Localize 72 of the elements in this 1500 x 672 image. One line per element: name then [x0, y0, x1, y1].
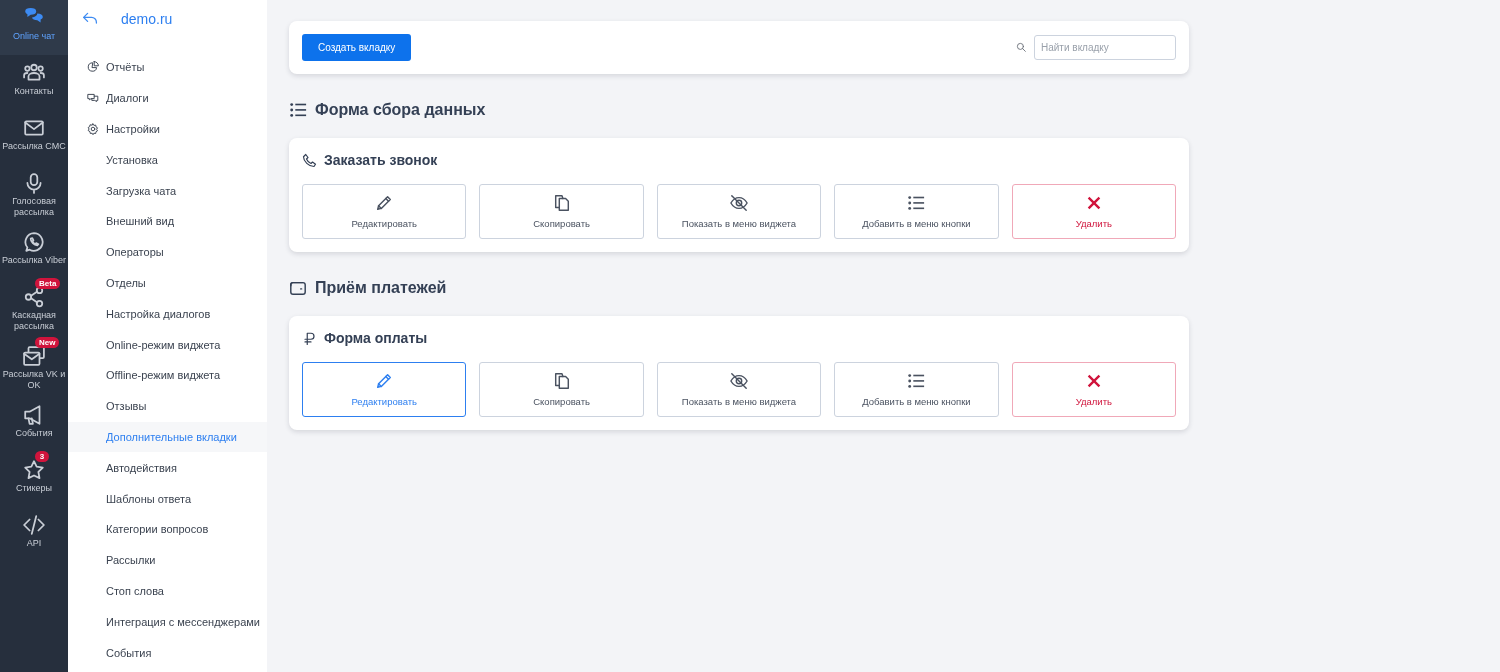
sidebar-item[interactable]: Рассылка СМС: [0, 110, 68, 165]
copy-icon: [552, 372, 571, 390]
copy-icon: [552, 194, 571, 212]
pencil-icon: [375, 194, 394, 212]
menu-item[interactable]: Рассылки: [68, 544, 267, 576]
copy-button[interactable]: Скопировать: [479, 362, 644, 417]
sidebar-item[interactable]: 3 Стикеры: [0, 452, 68, 507]
site-title: demo.ru: [121, 11, 173, 27]
add-to-menu-button[interactable]: Добавить в меню кнопки: [834, 184, 999, 239]
edit-button[interactable]: Редактировать: [302, 362, 467, 417]
copy-button[interactable]: Скопировать: [479, 184, 644, 239]
menu-item[interactable]: Настройки: [68, 113, 267, 145]
list-icon: [907, 372, 926, 390]
menu-item[interactable]: Операторы: [68, 236, 267, 268]
section-title: Приём платежей: [315, 279, 447, 297]
menu-item[interactable]: Отчёты: [68, 52, 267, 83]
sidebar-item[interactable]: API: [0, 507, 68, 562]
menu-item[interactable]: Стоп слова: [68, 575, 267, 607]
create-button[interactable]: Создать вкладку: [302, 34, 412, 61]
menu-item[interactable]: Установка: [68, 144, 267, 176]
card-title: Форма оплаты: [324, 330, 428, 346]
delete-button[interactable]: Удалить: [1011, 362, 1177, 417]
sidebar-item[interactable]: Контакты: [0, 55, 68, 110]
menu-item[interactable]: Автодействия: [68, 452, 267, 484]
phone-icon: [302, 152, 317, 168]
menu-item[interactable]: События: [68, 637, 267, 668]
show-in-menu-button[interactable]: Показать в меню виджета: [656, 362, 822, 417]
menu-item[interactable]: Online-режим виджета: [68, 329, 267, 360]
list-icon: [907, 194, 926, 212]
menu-item[interactable]: Шаблоны ответа: [68, 483, 267, 514]
menu-item[interactable]: Настройка диалогов: [68, 298, 267, 330]
envelopes-icon: [23, 345, 45, 367]
menu-item[interactable]: Отзывы: [68, 390, 267, 422]
chat-bubbles-icon: [87, 92, 99, 105]
star-icon: [23, 459, 45, 481]
ruble-sign-icon: [302, 330, 317, 346]
delete-button[interactable]: Удалить: [1011, 184, 1177, 239]
add-to-menu-button[interactable]: Добавить в меню кнопки: [834, 362, 999, 417]
sidebar-item[interactable]: New Рассылка VK и OK: [0, 338, 68, 397]
section-title: Форма сбора данных: [315, 101, 486, 119]
badge: Beta: [35, 278, 61, 289]
show-in-menu-button[interactable]: Показать в меню виджета: [656, 184, 822, 239]
sidebar-item[interactable]: Online чат: [0, 0, 68, 55]
menu-item[interactable]: Внешний вид: [68, 206, 267, 237]
search-field[interactable]: Найти вкладку: [1034, 35, 1176, 60]
card-title: Заказать звонок: [324, 152, 438, 168]
edit-button[interactable]: Редактировать: [302, 184, 467, 239]
sidebar-item[interactable]: Beta Каскадная рассылка: [0, 279, 68, 338]
pencil-icon: [375, 372, 394, 390]
eye-slash-icon: [730, 194, 748, 212]
badge: New: [35, 337, 60, 348]
share-nodes-icon: [23, 286, 45, 308]
gear-icon: [87, 123, 99, 135]
pie-chart-icon: [87, 61, 99, 74]
badge: 3: [35, 451, 49, 462]
eye-slash-icon: [730, 372, 748, 390]
sidebar-item[interactable]: События: [0, 397, 68, 452]
wallet-icon: [289, 279, 307, 297]
menu-item[interactable]: Интеграция с мессенджерами: [68, 606, 267, 638]
sidebar-item[interactable]: Голосовая рассылка: [0, 165, 68, 224]
phone-bubble-icon: [23, 231, 45, 253]
sidebar-item[interactable]: Рассылка Viber: [0, 224, 68, 279]
menu-item[interactable]: Диалоги: [68, 82, 267, 114]
menu-item[interactable]: Загрузка чата: [68, 175, 267, 206]
back-arrow-icon: [82, 11, 98, 27]
search-icon: [1016, 42, 1027, 53]
list-icon: [289, 101, 307, 119]
menu-item[interactable]: Дополнительные вкладки: [68, 421, 267, 453]
code-icon: [23, 514, 45, 536]
menu-item[interactable]: Отделы: [68, 267, 267, 299]
menu-item[interactable]: Категории вопросов: [68, 513, 267, 545]
menu-item[interactable]: Offline-режим виджета: [68, 359, 267, 391]
